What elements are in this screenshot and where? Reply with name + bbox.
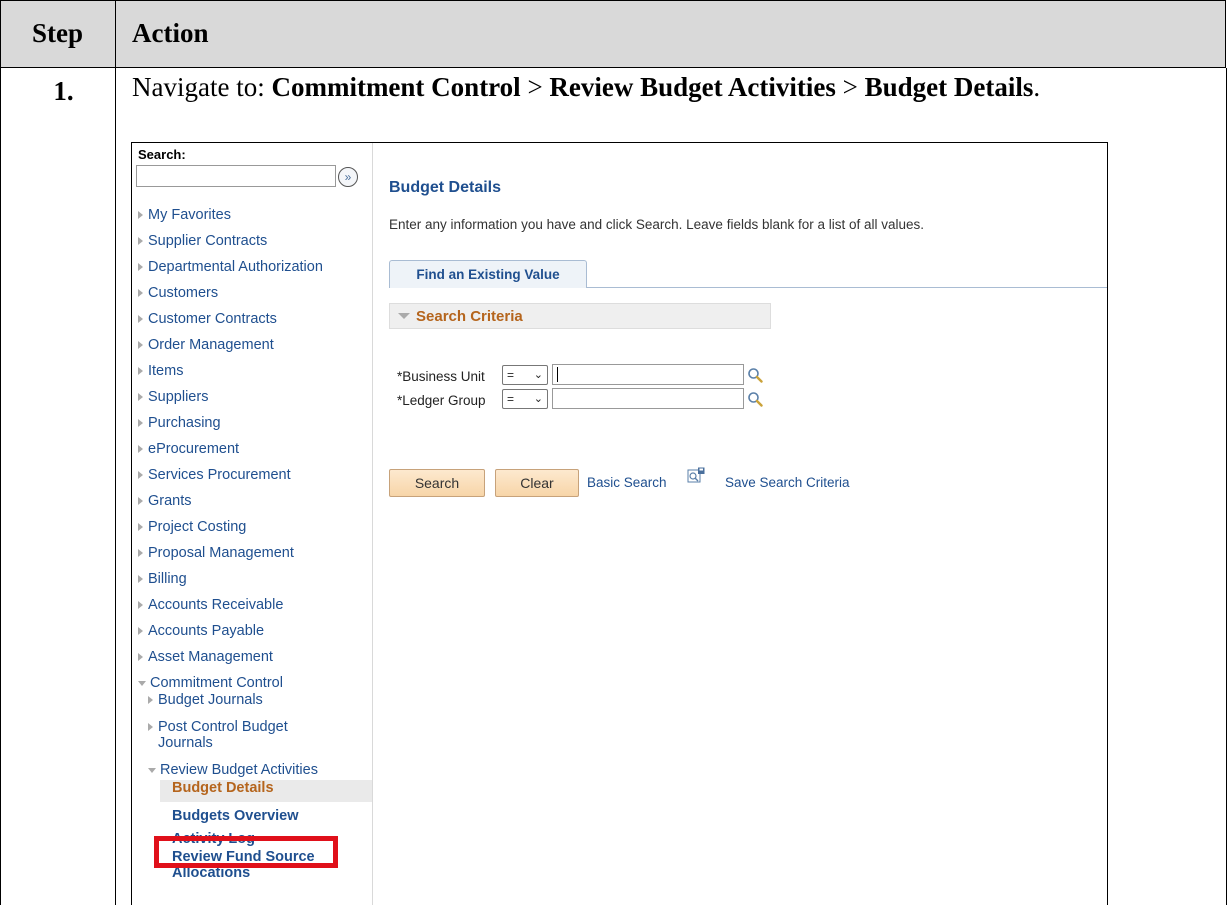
search-button[interactable]: Search bbox=[389, 469, 485, 497]
caret-right-icon bbox=[138, 237, 143, 246]
sidebar-item-budget-journals[interactable]: Budget Journals bbox=[148, 692, 263, 708]
path-part-1: Commitment Control bbox=[271, 72, 521, 102]
path-part-2: Review Budget Activities bbox=[549, 72, 836, 102]
sidebar-item-departmental-authorization[interactable]: Departmental Authorization bbox=[138, 259, 323, 275]
save-search-icon[interactable] bbox=[687, 467, 705, 483]
sidebar-item-grants[interactable]: Grants bbox=[138, 493, 192, 509]
caret-right-icon bbox=[138, 601, 143, 610]
step-number: 1. bbox=[53, 76, 74, 106]
basic-search-link[interactable]: Basic Search bbox=[587, 475, 667, 490]
caret-right-icon bbox=[138, 549, 143, 558]
path-part-3: Budget Details bbox=[864, 72, 1034, 102]
caret-right-icon bbox=[138, 627, 143, 636]
tab-underline bbox=[587, 287, 1107, 288]
sidebar-item-asset-management[interactable]: Asset Management bbox=[138, 649, 273, 665]
instruction-prefix: Navigate to: bbox=[132, 72, 272, 102]
caret-down-icon bbox=[138, 680, 146, 686]
caret-right-icon bbox=[138, 263, 143, 272]
header-step: Step bbox=[31, 17, 83, 48]
collapse-triangle-icon bbox=[398, 313, 410, 319]
menu-search-input[interactable] bbox=[136, 165, 336, 187]
sidebar-item-order-management[interactable]: Order Management bbox=[138, 337, 274, 353]
caret-right-icon bbox=[138, 575, 143, 584]
caret-right-icon bbox=[138, 471, 143, 480]
sidebar-item-accounts-payable[interactable]: Accounts Payable bbox=[138, 623, 264, 639]
step-instruction: Navigate to: Commitment Control > Review… bbox=[132, 72, 1040, 103]
table-left-border bbox=[0, 68, 1, 905]
sidebar-item-my-favorites[interactable]: My Favorites bbox=[138, 207, 231, 223]
tab-find-existing-value[interactable]: Find an Existing Value bbox=[389, 260, 587, 288]
sidebar-item-project-costing[interactable]: Project Costing bbox=[138, 519, 246, 535]
nav-sidebar: Search: » My Favorites Supplier Contract… bbox=[132, 143, 373, 905]
caret-right-icon bbox=[138, 315, 143, 324]
page-title: Budget Details bbox=[389, 179, 502, 196]
caret-down-icon bbox=[148, 767, 156, 773]
text-cursor bbox=[557, 367, 558, 382]
ledger-group-label: *Ledger Group bbox=[397, 393, 486, 408]
business-unit-input[interactable] bbox=[552, 364, 744, 385]
sidebar-item-items[interactable]: Items bbox=[138, 363, 183, 379]
caret-right-icon bbox=[138, 653, 143, 662]
document-table: Step Action 1. Navigate to: Commitment C… bbox=[0, 0, 1227, 905]
column-divider bbox=[115, 0, 116, 905]
lookup-magnifier-icon[interactable] bbox=[747, 367, 763, 383]
caret-right-icon bbox=[138, 497, 143, 506]
search-label: Search: bbox=[138, 147, 186, 162]
sidebar-item-review-budget-activities[interactable]: Review Budget Activities bbox=[148, 762, 318, 778]
sidebar-item-budgets-overview[interactable]: Budgets Overview bbox=[172, 808, 299, 824]
caret-right-icon bbox=[138, 393, 143, 402]
double-chevron-right-icon[interactable]: » bbox=[338, 167, 358, 187]
lookup-magnifier-icon[interactable] bbox=[747, 391, 763, 407]
sidebar-item-purchasing[interactable]: Purchasing bbox=[138, 415, 221, 431]
path-sep-1: > bbox=[520, 72, 550, 102]
search-criteria-header[interactable]: Search Criteria bbox=[389, 303, 771, 329]
caret-right-icon bbox=[138, 341, 143, 350]
path-sep-2: > bbox=[835, 72, 865, 102]
sidebar-item-customer-contracts[interactable]: Customer Contracts bbox=[138, 311, 277, 327]
header-action: Action bbox=[132, 17, 209, 48]
save-search-criteria-link[interactable]: Save Search Criteria bbox=[725, 475, 850, 490]
business-unit-label: *Business Unit bbox=[397, 369, 485, 384]
caret-right-icon bbox=[138, 211, 143, 220]
app-screenshot: Search: » My Favorites Supplier Contract… bbox=[131, 142, 1108, 905]
chevron-down-icon: ⌄ bbox=[533, 369, 543, 381]
clear-button[interactable]: Clear bbox=[495, 469, 579, 497]
sidebar-item-supplier-contracts[interactable]: Supplier Contracts bbox=[138, 233, 267, 249]
sidebar-item-customers[interactable]: Customers bbox=[138, 285, 218, 301]
caret-right-icon bbox=[148, 696, 153, 705]
caret-right-icon bbox=[138, 367, 143, 376]
ledger-group-input[interactable] bbox=[552, 388, 744, 409]
sidebar-item-suppliers[interactable]: Suppliers bbox=[138, 389, 208, 405]
sidebar-item-accounts-receivable[interactable]: Accounts Receivable bbox=[138, 597, 283, 613]
sidebar-item-billing[interactable]: Billing bbox=[138, 571, 187, 587]
sidebar-item-post-control-budget-journals[interactable]: Post Control Budget Journals bbox=[148, 719, 308, 751]
chevron-down-icon: ⌄ bbox=[533, 393, 543, 405]
main-content: Budget Details Enter any information you… bbox=[373, 143, 1107, 905]
sidebar-item-services-procurement[interactable]: Services Procurement bbox=[138, 467, 291, 483]
sidebar-item-commitment-control[interactable]: Commitment Control bbox=[138, 675, 283, 691]
path-end: . bbox=[1033, 72, 1041, 102]
caret-right-icon bbox=[148, 723, 153, 732]
caret-right-icon bbox=[138, 419, 143, 428]
caret-right-icon bbox=[138, 445, 143, 454]
sidebar-item-budget-details[interactable]: Budget Details bbox=[172, 780, 274, 796]
business-unit-operator-select[interactable]: = ⌄ bbox=[502, 365, 548, 385]
red-highlight-box bbox=[154, 836, 338, 868]
page-instructions: Enter any information you have and click… bbox=[389, 217, 925, 232]
sidebar-item-proposal-management[interactable]: Proposal Management bbox=[138, 545, 294, 561]
caret-right-icon bbox=[138, 523, 143, 532]
caret-right-icon bbox=[138, 289, 143, 298]
ledger-group-operator-select[interactable]: = ⌄ bbox=[502, 389, 548, 409]
sidebar-item-eprocurement[interactable]: eProcurement bbox=[138, 441, 239, 457]
